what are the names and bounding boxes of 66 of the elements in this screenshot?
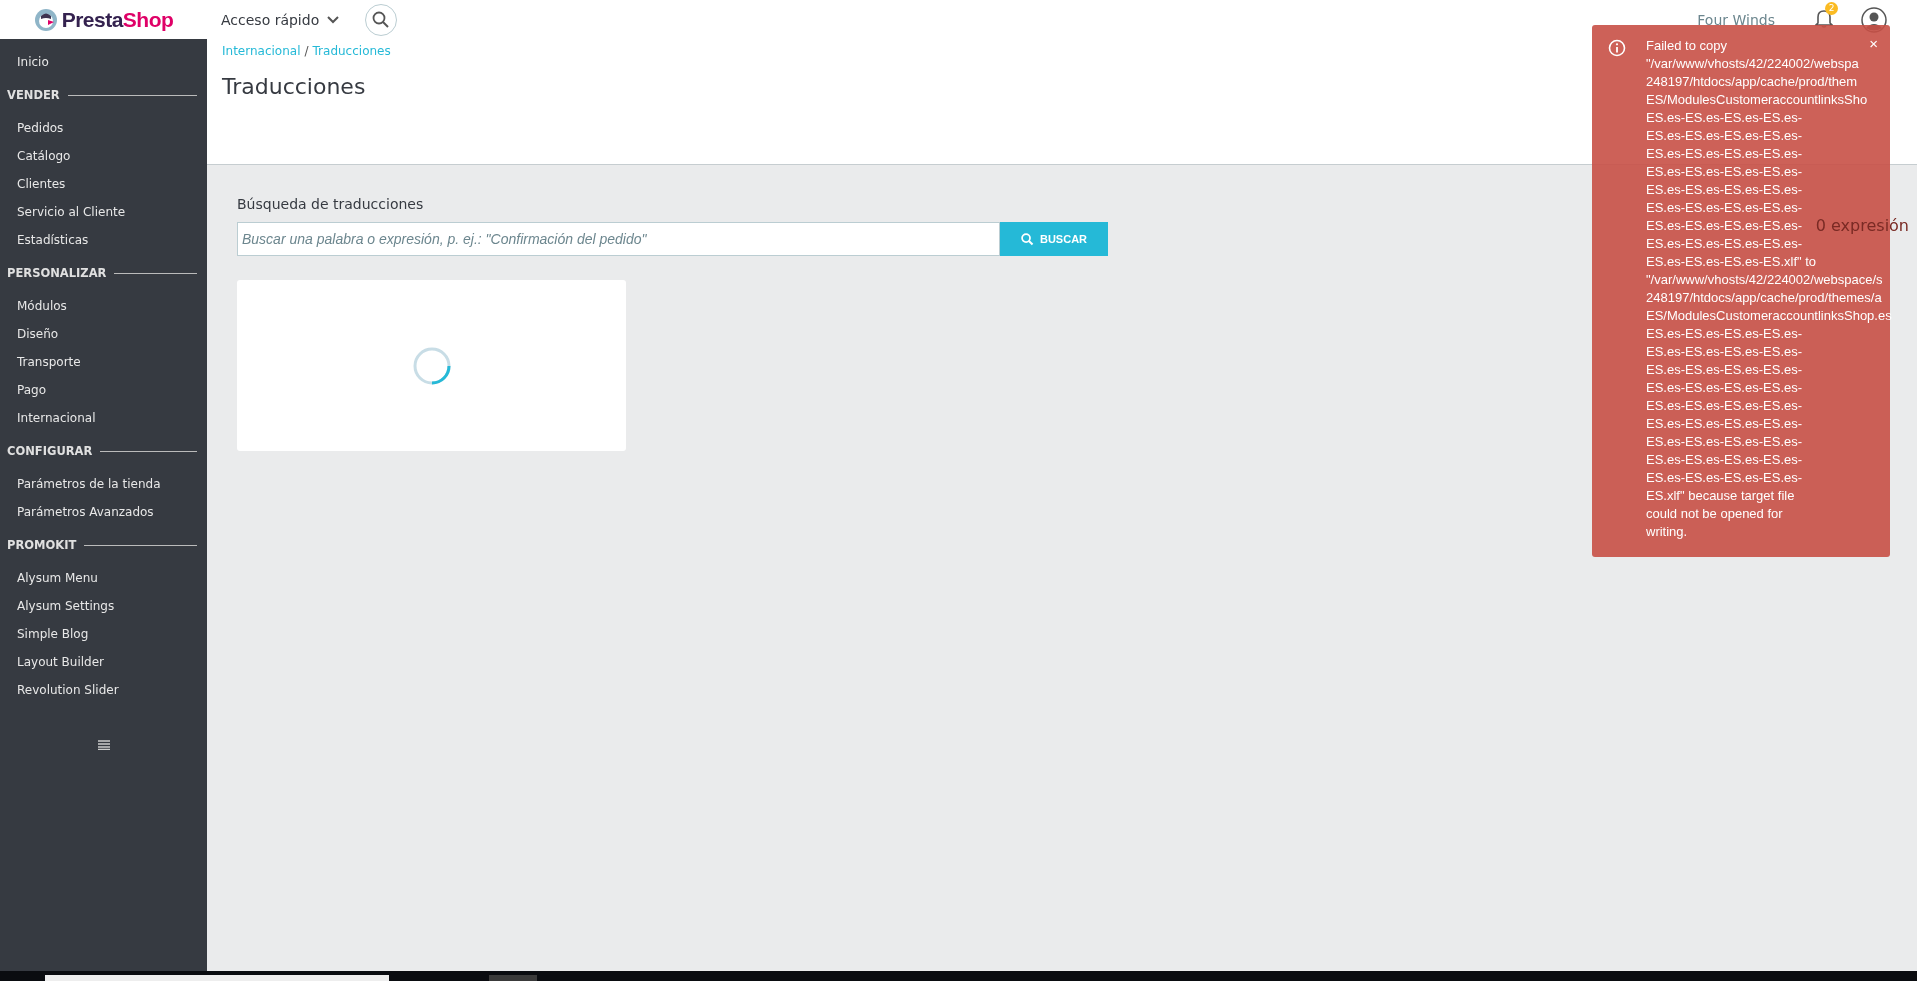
section-heading: PROMOKIT (7, 538, 77, 552)
sidebar-item[interactable]: Pago (0, 376, 207, 404)
error-message-line: ES.es-ES.es-ES.es-ES.es- (1646, 397, 1803, 415)
notification-count: 2 (1825, 1, 1838, 15)
logo-wordmark: PrestaShop (61, 7, 174, 32)
search-icon (372, 10, 391, 29)
search-button[interactable] (365, 3, 398, 36)
error-message-line: ES.es-ES.es-ES.es-ES.es- (1646, 109, 1803, 127)
sidebar-item[interactable]: Revolution Slider (0, 676, 207, 704)
error-message-line: ES.es-ES.es-ES.es-ES.xlf" to (1646, 253, 1817, 271)
section-heading: VENDER (7, 88, 60, 102)
quick-access-dropdown[interactable]: Acceso rápido (221, 11, 340, 28)
sidebar-item[interactable]: Estadísticas (0, 226, 207, 254)
error-message-line: ES.es-ES.es-ES.es-ES.es- (1646, 181, 1803, 199)
error-message-line: ES.es-ES.es-ES.es-ES.es- (1646, 469, 1803, 487)
error-message-line: ES.es-ES.es-ES.es-ES.es- (1646, 451, 1803, 469)
menu-icon[interactable] (97, 740, 110, 750)
section-heading: PERSONALIZAR (7, 266, 107, 280)
error-message-line: "/var/www/vhosts/42/224002/webspa (1646, 55, 1859, 73)
error-message-line: writing. (1646, 523, 1688, 541)
error-message-line: ES.es-ES.es-ES.es-ES.es- (1646, 163, 1803, 181)
error-message-line: ES.es-ES.es-ES.es-ES.es- (1646, 127, 1803, 145)
sidebar-item[interactable]: Parámetros Avanzados (0, 498, 207, 526)
error-message-line: ES.es-ES.es-ES.es-ES.es- (1646, 325, 1803, 343)
sidebar-item[interactable]: Clientes (0, 170, 207, 198)
breadcrumb-separator: / (304, 44, 309, 58)
close-button[interactable]: × (1867, 35, 1880, 52)
section-heading: CONFIGURAR (7, 444, 93, 458)
error-message-line: ES.es-ES.es-ES.es-ES.es- (1646, 235, 1803, 253)
sidebar-item[interactable]: Diseño (0, 320, 207, 348)
sidebar-item[interactable]: Layout Builder (0, 648, 207, 676)
sidebar-item[interactable]: Alysum Settings (0, 592, 207, 620)
sidebar-item[interactable]: Inicio (0, 48, 207, 76)
error-message-line: ES.es-ES.es-ES.es-ES.es- (1646, 217, 1803, 235)
page-title: Traducciones (222, 74, 366, 99)
sidebar-item[interactable]: Servicio al Cliente (0, 198, 207, 226)
puffin-logo-icon (33, 7, 58, 32)
error-message-line: ES.es-ES.es-ES.es-ES.es- (1646, 343, 1803, 361)
caret-icon (327, 15, 340, 24)
info-icon (1608, 39, 1626, 57)
error-title: Failed to copy (1646, 37, 1727, 55)
error-message-line: ES.xlf" because target file (1646, 487, 1795, 505)
sidebar-item[interactable]: Pedidos (0, 114, 207, 142)
sidebar-item[interactable]: Transporte (0, 348, 207, 376)
error-message-line: ES.es-ES.es-ES.es-ES.es- (1646, 415, 1803, 433)
sidebar-item[interactable]: Catálogo (0, 142, 207, 170)
shop-name[interactable]: Four Winds (1697, 11, 1775, 28)
error-message-line: could not be opened for (1646, 505, 1783, 523)
search-label: Búsqueda de traducciones (237, 196, 425, 212)
error-message-line: 248197/htdocs/app/cache/prod/themes/a (1646, 289, 1882, 307)
error-message-line: ES.es-ES.es-ES.es-ES.es- (1646, 199, 1803, 217)
error-message-line: ES/ModulesCustomeraccountlinksSho (1646, 91, 1868, 109)
error-message-line: 248197/htdocs/app/cache/prod/them (1646, 73, 1858, 91)
error-message-line: ES.es-ES.es-ES.es-ES.es- (1646, 379, 1803, 397)
search-icon (1020, 232, 1034, 246)
sidebar-item[interactable]: Simple Blog (0, 620, 207, 648)
sidebar-item[interactable]: Módulos (0, 292, 207, 320)
sidebar-item[interactable]: Parámetros de la tienda (0, 470, 207, 498)
sidebar-item[interactable]: Internacional (0, 404, 207, 432)
error-message-line: ES.es-ES.es-ES.es-ES.es- (1646, 433, 1803, 451)
error-message-line: "/var/www/vhosts/42/224002/webspace/s (1646, 271, 1883, 289)
loading-spinner-icon (411, 345, 452, 386)
sidebar-item[interactable]: Alysum Menu (0, 564, 207, 592)
error-message-line: ES.es-ES.es-ES.es-ES.es- (1646, 361, 1803, 379)
error-message-line: ES.es-ES.es-ES.es-ES.es- (1646, 145, 1803, 163)
search-field[interactable]: Buscar una palabra o expresión, p. ej.: "Confirmación del pedido" (237, 222, 1000, 256)
